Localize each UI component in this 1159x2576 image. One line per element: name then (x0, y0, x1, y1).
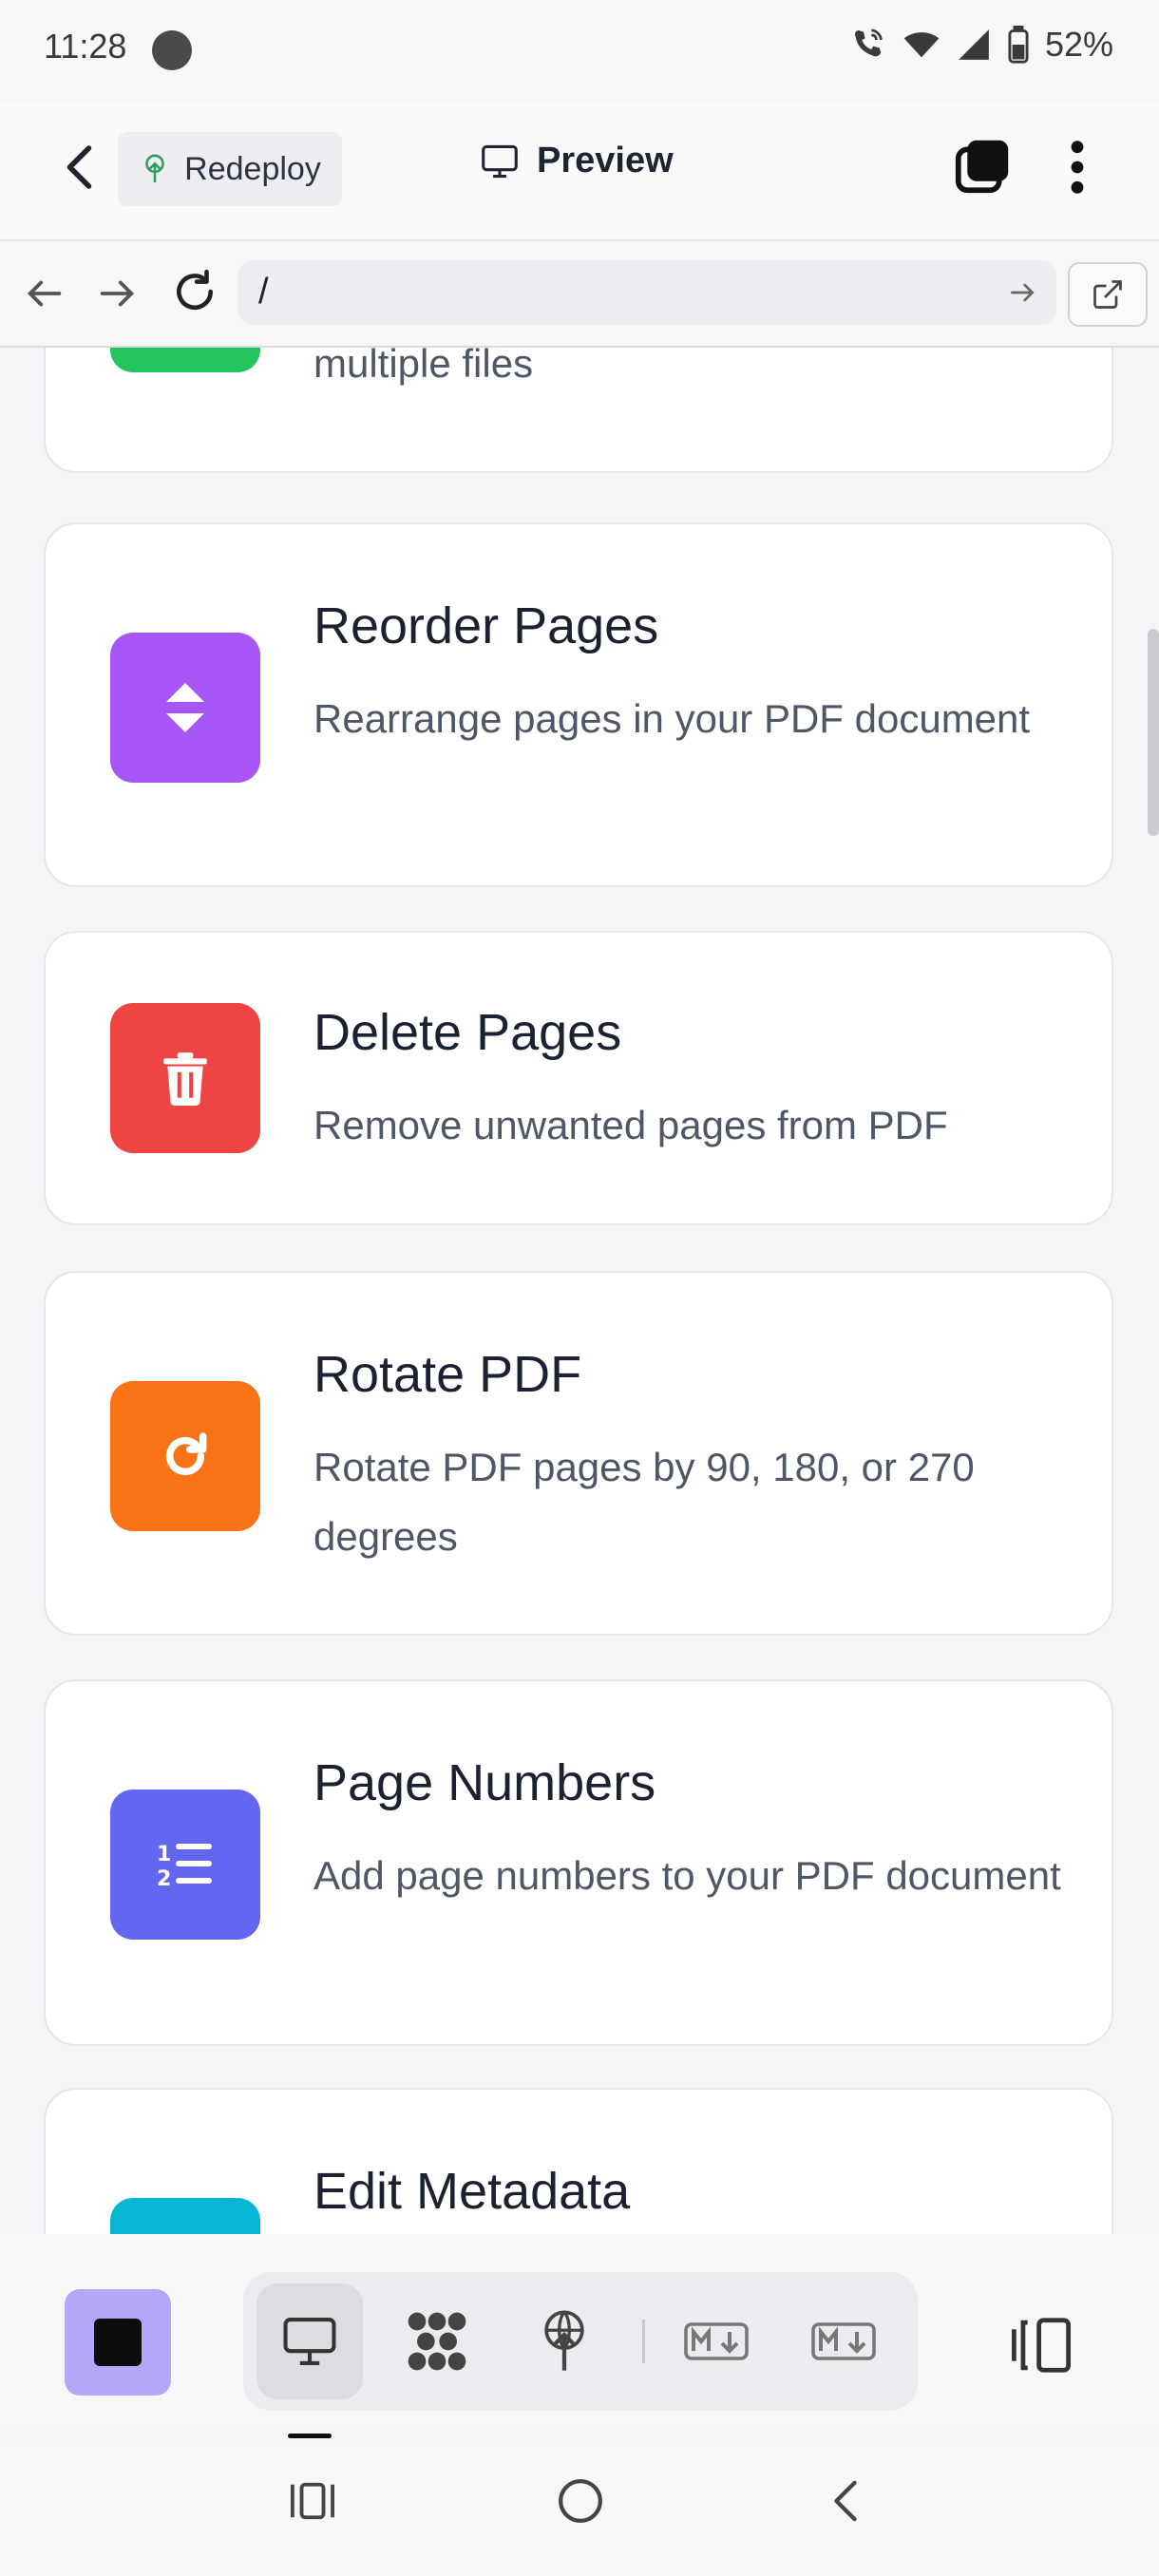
url-input[interactable]: / (238, 260, 1056, 325)
tool-card-title: Delete Pages (314, 1004, 622, 1061)
tool-card-description: Rearrange pages in your PDF document (314, 696, 1031, 741)
signal-icon (959, 29, 989, 60)
scrollbar[interactable] (1148, 629, 1159, 836)
trash-icon (110, 1003, 260, 1153)
deploy-view-button[interactable] (511, 2283, 618, 2399)
go-arrow-icon[interactable] (1007, 277, 1037, 308)
home-icon[interactable] (557, 2477, 604, 2525)
svg-text:2: 2 (157, 1867, 171, 1889)
tool-card-edit-metadata[interactable]: Edit Metadata (44, 2088, 1113, 2234)
url-text: / (258, 272, 269, 312)
preview-tab[interactable]: Preview (480, 141, 674, 181)
graph-view-button[interactable] (384, 2283, 490, 2399)
nav-back-icon[interactable] (23, 272, 66, 315)
markdown-button-2[interactable] (790, 2283, 897, 2399)
system-back-icon[interactable] (826, 2479, 864, 2523)
reload-icon[interactable] (171, 268, 218, 315)
monitor-icon (482, 144, 518, 178)
battery-percent: 52% (1044, 25, 1113, 64)
tabs-icon[interactable] (954, 135, 1013, 196)
external-link-icon (1093, 280, 1122, 309)
stop-button[interactable] (65, 2289, 171, 2396)
status-bar: 11:28 52% (0, 0, 1159, 101)
reorder-icon (110, 633, 260, 783)
merge-icon (110, 348, 260, 372)
markdown-icon (811, 2322, 876, 2360)
redeploy-button[interactable]: Redeploy (118, 132, 342, 206)
tool-card-description: Rotate PDF pages by 90, 180, or 270 degr… (314, 1445, 975, 1559)
status-time: 11:28 (44, 27, 127, 66)
tools-list: multiple files Reorder Pages Rearrange p… (0, 348, 1159, 2234)
app-bar: Redeploy Preview (0, 101, 1159, 241)
tool-card-description: Remove unwanted pages from PDF (314, 1103, 948, 1147)
preview-label: Preview (537, 141, 674, 180)
tool-card-rotate-pdf[interactable]: Rotate PDF Rotate PDF pages by 90, 180, … (44, 1271, 1113, 1636)
wifi-icon (903, 32, 940, 58)
deploy-icon (145, 154, 164, 183)
panel-toggle-icon[interactable] (1007, 2316, 1075, 2375)
system-nav-bar (0, 2445, 1159, 2576)
tool-card-description: Add page numbers to your PDF document (314, 1853, 1061, 1898)
open-external-button[interactable] (1068, 262, 1148, 327)
toolbar-divider (642, 2320, 645, 2363)
monitor-icon (283, 2318, 336, 2365)
recent-apps-icon[interactable] (289, 2479, 336, 2523)
tool-card-reorder-pages[interactable]: Reorder Pages Rearrange pages in your PD… (44, 522, 1113, 887)
tool-card-merge-pdf[interactable]: multiple files (44, 348, 1113, 473)
stop-icon (94, 2319, 142, 2366)
view-switcher (243, 2272, 918, 2411)
bottom-toolbar (0, 2234, 1159, 2424)
rotate-icon (110, 1381, 260, 1531)
battery-icon (1008, 26, 1029, 64)
url-bar: / (0, 241, 1159, 348)
active-tab-indicator (288, 2434, 332, 2438)
svg-text:1: 1 (157, 1843, 171, 1866)
redeploy-label: Redeploy (184, 150, 321, 187)
notification-dot-icon (152, 30, 192, 70)
wifi-calling-icon (854, 28, 883, 57)
markdown-icon (684, 2322, 749, 2360)
markdown-button-1[interactable] (663, 2283, 770, 2399)
nav-forward-icon[interactable] (95, 272, 139, 315)
back-arrow-icon[interactable] (53, 139, 110, 196)
tool-card-delete-pages[interactable]: Delete Pages Remove unwanted pages from … (44, 931, 1113, 1225)
graph-icon (408, 2312, 466, 2371)
tool-card-page-numbers[interactable]: 12 Page Numbers Add page numbers to your… (44, 1679, 1113, 2046)
tool-card-title: Edit Metadata (314, 2163, 631, 2220)
tool-card-title: Rotate PDF (314, 1346, 582, 1403)
metadata-icon (110, 2198, 260, 2234)
tool-card-title: Reorder Pages (314, 597, 659, 654)
tool-card-title: Page Numbers (314, 1754, 656, 1811)
more-options-icon[interactable] (1056, 137, 1098, 198)
deploy-icon (544, 2310, 584, 2371)
tool-card-description: multiple files (314, 348, 534, 386)
preview-view-button[interactable] (256, 2283, 363, 2399)
numbered-list-icon: 12 (110, 1790, 260, 1940)
status-icons: 52% (849, 25, 1113, 65)
